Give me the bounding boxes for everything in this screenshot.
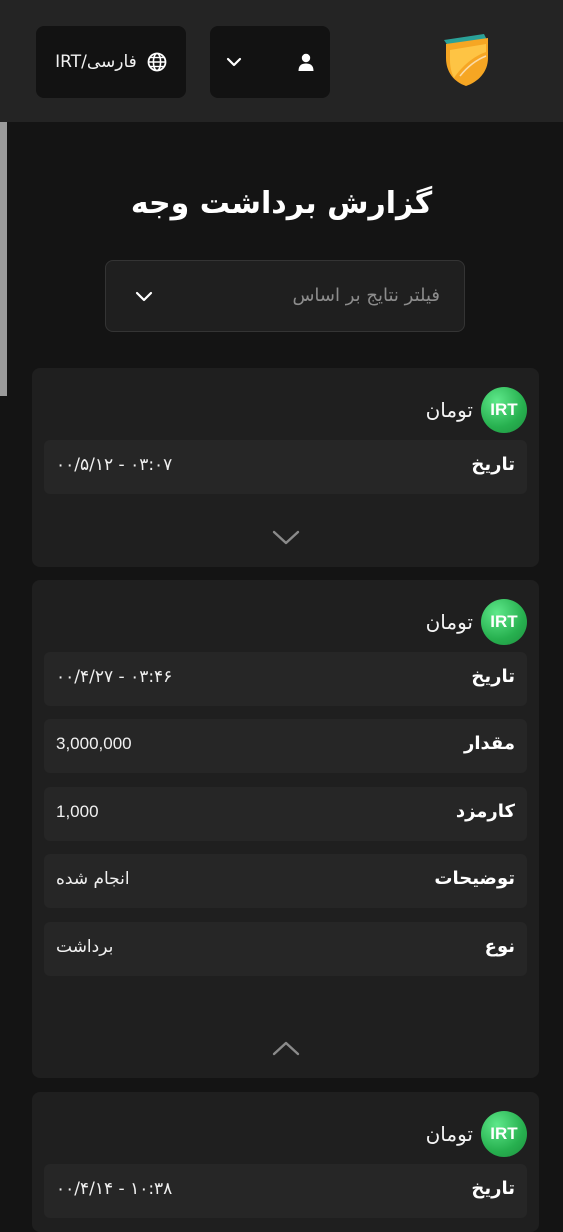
row-key: مقدار	[463, 733, 515, 754]
row-value: ۰۳:۴۶ - ۰۰/۴/۲۷	[56, 667, 173, 687]
chevron-down-icon	[135, 291, 153, 302]
currency-badge: IRT	[481, 599, 527, 645]
row-key: تاریخ	[471, 666, 515, 687]
card-header: IRT تومان	[426, 598, 527, 646]
detail-row-date: تاریخ ۰۳:۴۶ - ۰۰/۴/۲۷	[44, 652, 527, 706]
detail-row-fee: کارمزد 1,000	[44, 787, 527, 841]
filter-placeholder: فیلتر نتایج بر اساس	[292, 285, 440, 306]
row-key: کارمزد	[455, 801, 515, 822]
top-header: فارسی/IRT	[0, 0, 563, 122]
currency-name: تومان	[425, 398, 473, 422]
language-switcher-button[interactable]: فارسی/IRT	[36, 26, 186, 98]
currency-badge: IRT	[481, 387, 527, 433]
globe-icon	[147, 52, 167, 72]
row-value: 1,000	[56, 802, 99, 821]
detail-row-date: تاریخ ۱۰:۳۸ - ۰۰/۴/۱۴	[44, 1164, 527, 1218]
user-menu-button[interactable]	[210, 26, 330, 98]
language-label: فارسی/IRT	[55, 52, 137, 72]
card-header: IRT تومان	[426, 1110, 527, 1158]
row-value: 3,000,000	[56, 734, 132, 753]
detail-row-amount: مقدار 3,000,000	[44, 719, 527, 773]
row-key: تاریخ	[471, 454, 515, 475]
row-value: انجام شده	[56, 869, 130, 889]
row-key: تاریخ	[471, 1178, 515, 1199]
currency-badge: IRT	[481, 1111, 527, 1157]
filter-select[interactable]: فیلتر نتایج بر اساس	[105, 260, 465, 332]
currency-name: تومان	[425, 610, 473, 634]
detail-row-date: تاریخ ۰۳:۰۷ - ۰۰/۵/۱۲	[44, 440, 527, 494]
row-value: ۰۳:۰۷ - ۰۰/۵/۱۲	[56, 455, 173, 475]
withdrawal-card: IRT تومان تاریخ ۰۳:۴۶ - ۰۰/۴/۲۷ مقدار 3,…	[32, 580, 539, 1078]
expand-chevron-down-icon[interactable]	[272, 530, 300, 546]
user-icon	[298, 53, 314, 71]
page-title: گزارش برداشت وجه	[130, 186, 433, 221]
row-key: نوع	[484, 936, 515, 957]
currency-name: تومان	[425, 1122, 473, 1146]
shield-logo-icon[interactable]	[440, 32, 492, 88]
page-scrollbar[interactable]	[0, 122, 7, 396]
detail-row-description: توضیحات انجام شده	[44, 854, 527, 908]
detail-row-type: نوع برداشت	[44, 922, 527, 976]
withdrawal-card: IRT تومان تاریخ ۱۰:۳۸ - ۰۰/۴/۱۴	[32, 1092, 539, 1232]
chevron-down-icon	[226, 57, 242, 67]
row-value: ۱۰:۳۸ - ۰۰/۴/۱۴	[56, 1179, 173, 1199]
row-key: توضیحات	[434, 868, 515, 889]
withdrawal-card: IRT تومان تاریخ ۰۳:۰۷ - ۰۰/۵/۱۲	[32, 368, 539, 567]
card-header: IRT تومان	[426, 386, 527, 434]
collapse-chevron-up-icon[interactable]	[272, 1040, 300, 1056]
row-value: برداشت	[56, 937, 114, 957]
